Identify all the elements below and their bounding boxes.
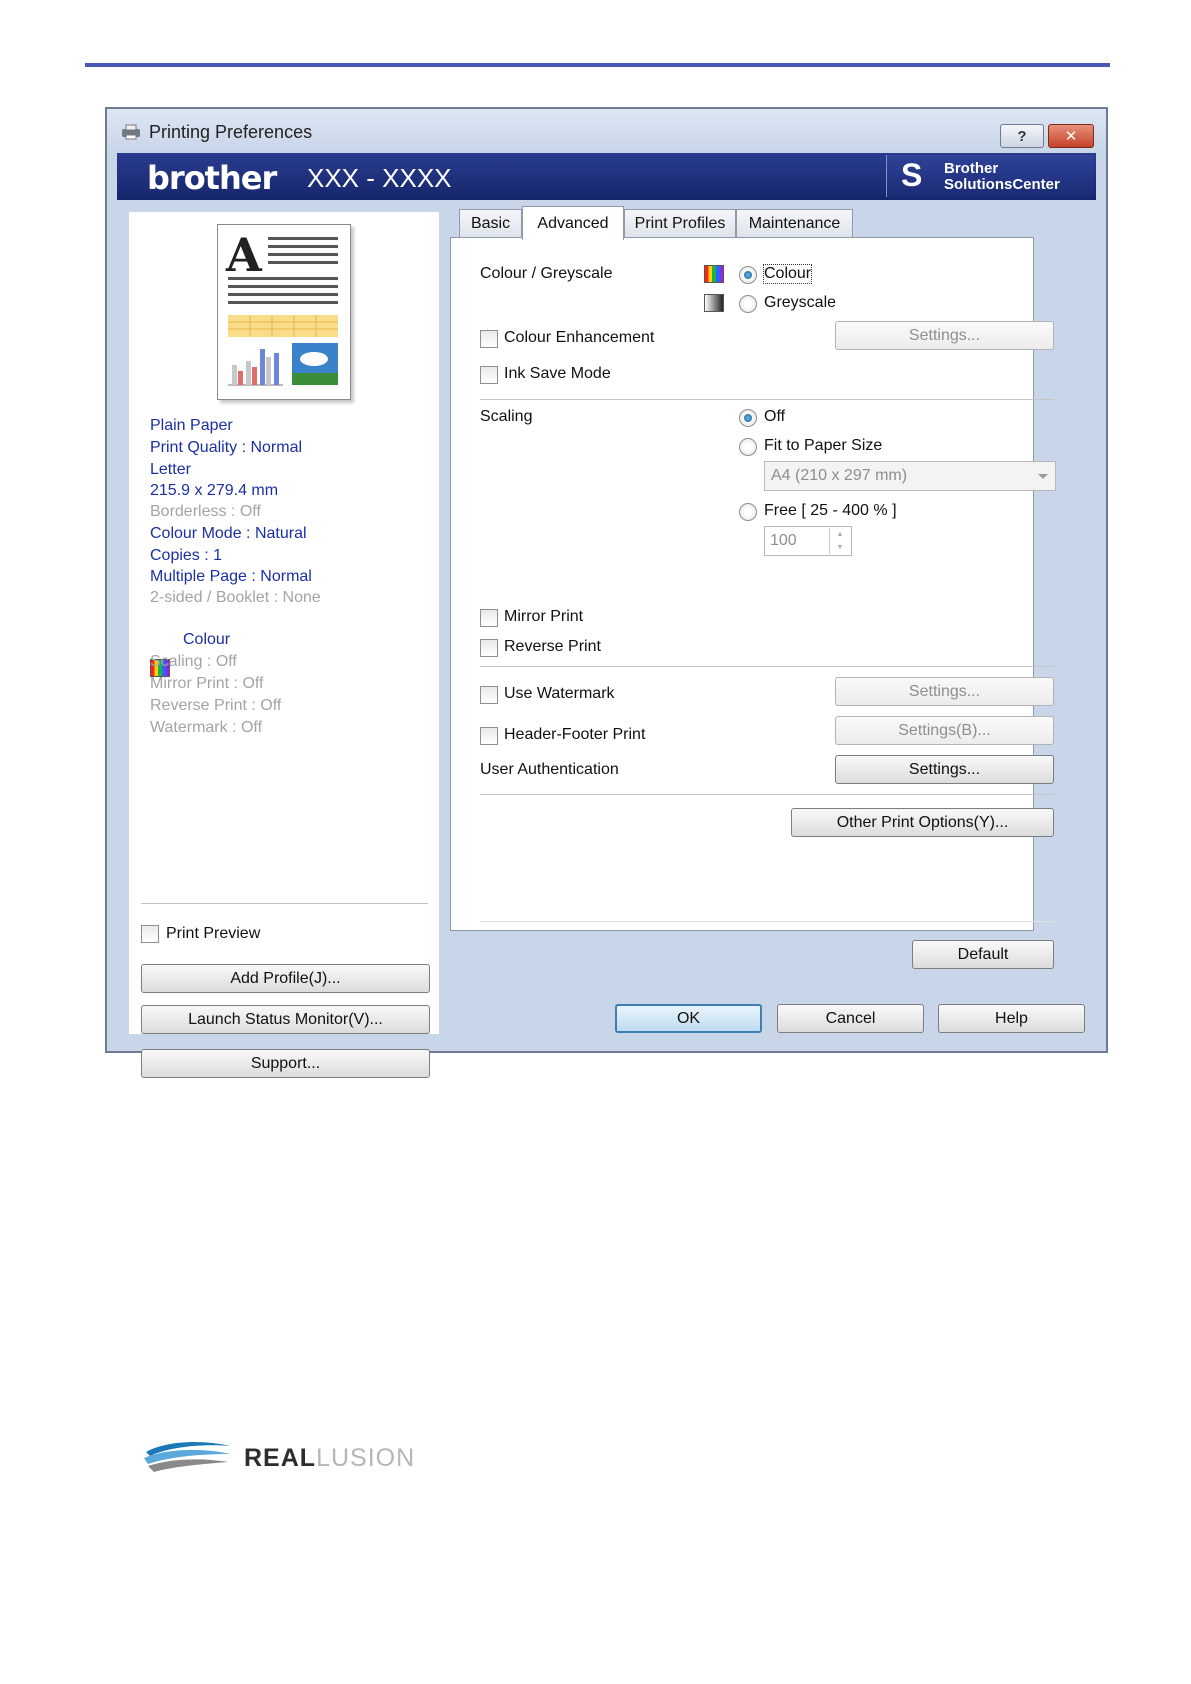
brother-logo: brother xyxy=(147,159,277,197)
page-preview-thumbnail: A xyxy=(217,224,351,400)
reverse-print-label: Reverse Print xyxy=(504,638,601,655)
section-separator xyxy=(480,794,1054,795)
free-scaling-radio[interactable] xyxy=(739,503,757,521)
help-window-button[interactable]: ? xyxy=(1000,124,1044,148)
tab-advanced[interactable]: Advanced xyxy=(522,206,624,240)
colour-radio[interactable] xyxy=(739,266,757,284)
summary-mirror: Mirror Print : Off xyxy=(150,675,264,692)
greyscale-radio[interactable] xyxy=(739,295,757,313)
stepper-buttons[interactable]: ▲ ▼ xyxy=(829,528,850,554)
fit-to-paper-label: Fit to Paper Size xyxy=(764,437,883,454)
scaling-off-radio[interactable] xyxy=(739,409,757,427)
section-separator xyxy=(480,666,1054,667)
colour-enhancement-label: Colour Enhancement xyxy=(504,329,655,346)
header-footer-checkbox[interactable] xyxy=(480,727,498,745)
tab-print-profiles[interactable]: Print Profiles xyxy=(624,209,736,238)
reallusion-swoosh-icon xyxy=(144,1442,230,1472)
ink-save-mode-checkbox[interactable] xyxy=(480,366,498,384)
printer-model: XXX - XXXX xyxy=(307,163,452,193)
summary-multiple-page: Multiple Page : Normal xyxy=(150,568,312,585)
greyscale-radio-label: Greyscale xyxy=(764,294,837,311)
left-separator xyxy=(141,903,428,904)
mirror-print-checkbox[interactable] xyxy=(480,609,498,627)
colour-enhancement-settings-button[interactable]: Settings... xyxy=(835,321,1054,350)
top-rule xyxy=(85,63,1110,67)
reallusion-wordmark: REALLUSION xyxy=(244,1444,416,1472)
summary-size-mm: 215.9 x 279.4 mm xyxy=(150,482,279,499)
solutions-center-icon: S xyxy=(901,157,923,193)
close-window-button[interactable]: ✕ xyxy=(1048,124,1094,148)
greyscale-swatch-icon xyxy=(704,294,724,312)
summary-copies: Copies : 1 xyxy=(150,547,223,564)
header-footer-settings-button[interactable]: Settings(B)... xyxy=(835,716,1054,745)
printer-icon xyxy=(122,124,140,140)
summary-size: Letter xyxy=(150,461,191,478)
launch-status-monitor-button[interactable]: Launch Status Monitor(V)... xyxy=(141,1005,430,1034)
solutions-center-link[interactable]: S Brother SolutionsCenter xyxy=(886,155,1094,197)
free-scaling-stepper[interactable]: 100 ▲ ▼ xyxy=(764,526,852,556)
scaling-off-label: Off xyxy=(764,408,786,425)
default-button[interactable]: Default xyxy=(912,940,1054,969)
summary-two-sided: 2-sided / Booklet : None xyxy=(150,589,321,606)
support-button[interactable]: Support... xyxy=(141,1049,430,1078)
scaling-label: Scaling xyxy=(480,408,533,425)
use-watermark-label: Use Watermark xyxy=(504,685,615,702)
summary-borderless: Borderless : Off xyxy=(150,503,261,520)
solutions-center-label: Brother SolutionsCenter xyxy=(944,160,1060,193)
bottom-separator xyxy=(480,921,1054,922)
colour-radio-label: Colour xyxy=(762,264,813,284)
colour-enhancement-checkbox[interactable] xyxy=(480,330,498,348)
ink-save-mode-label: Ink Save Mode xyxy=(504,365,611,382)
section-separator xyxy=(480,399,1054,400)
tab-maintenance[interactable]: Maintenance xyxy=(736,209,853,238)
svg-text:A: A xyxy=(225,228,263,282)
other-print-options-button[interactable]: Other Print Options(Y)... xyxy=(791,808,1054,837)
chevron-down-icon xyxy=(1038,474,1048,479)
document-preview-icon: A xyxy=(225,228,338,386)
ok-button[interactable]: OK xyxy=(615,1004,762,1033)
reverse-print-checkbox[interactable] xyxy=(480,639,498,657)
summary-quality: Print Quality : Normal xyxy=(150,439,303,456)
user-authentication-settings-button[interactable]: Settings... xyxy=(835,755,1054,784)
header-footer-label: Header-Footer Print xyxy=(504,726,646,743)
title-bar[interactable]: Printing Preferences ? ✕ xyxy=(107,109,1106,153)
printing-preferences-dialog: Printing Preferences ? ✕ brother XXX - X… xyxy=(105,107,1108,1078)
brand-banner: brother XXX - XXXX S Brother SolutionsCe… xyxy=(117,153,1096,200)
colour-swatch-icon xyxy=(704,265,724,283)
help-button[interactable]: Help xyxy=(938,1004,1085,1033)
free-scaling-value: 100 xyxy=(770,532,797,549)
print-preview-checkbox[interactable] xyxy=(141,925,159,943)
paper-size-select[interactable]: A4 (210 x 297 mm) xyxy=(764,461,1056,491)
user-authentication-label: User Authentication xyxy=(480,761,619,778)
fit-to-paper-radio[interactable] xyxy=(739,438,757,456)
window-title: Printing Preferences xyxy=(149,122,313,142)
advanced-tab-pane: Colour / Greyscale Colour Greyscale Colo… xyxy=(450,237,1056,969)
watermark-settings-button[interactable]: Settings... xyxy=(835,677,1054,706)
reallusion-logo: REALLUSION xyxy=(142,1432,462,1482)
use-watermark-checkbox[interactable] xyxy=(480,686,498,704)
colour-greyscale-label: Colour / Greyscale xyxy=(480,265,613,282)
summary-reverse: Reverse Print : Off xyxy=(150,697,282,714)
paper-size-value: A4 (210 x 297 mm) xyxy=(771,467,908,484)
summary-paper: Plain Paper xyxy=(150,417,233,434)
free-scaling-label: Free [ 25 - 400 % ] xyxy=(764,502,897,519)
add-profile-button[interactable]: Add Profile(J)... xyxy=(141,964,430,993)
print-preview-label: Print Preview xyxy=(166,925,261,942)
settings-summary-panel: A Plain Paper Print Quality: Normal Let… xyxy=(129,212,439,1078)
cancel-button[interactable]: Cancel xyxy=(777,1004,924,1033)
tab-basic[interactable]: Basic xyxy=(459,209,522,238)
summary-watermark: Watermark : Off xyxy=(150,719,263,736)
stepper-down-icon[interactable]: ▼ xyxy=(830,541,850,554)
stepper-up-icon[interactable]: ▲ xyxy=(830,528,850,541)
mirror-print-label: Mirror Print xyxy=(504,608,584,625)
summary-colour: Colour xyxy=(183,631,231,648)
summary-colour-mode: Colour Mode : Natural xyxy=(150,525,307,542)
summary-scaling: Scaling : Off xyxy=(150,653,237,670)
